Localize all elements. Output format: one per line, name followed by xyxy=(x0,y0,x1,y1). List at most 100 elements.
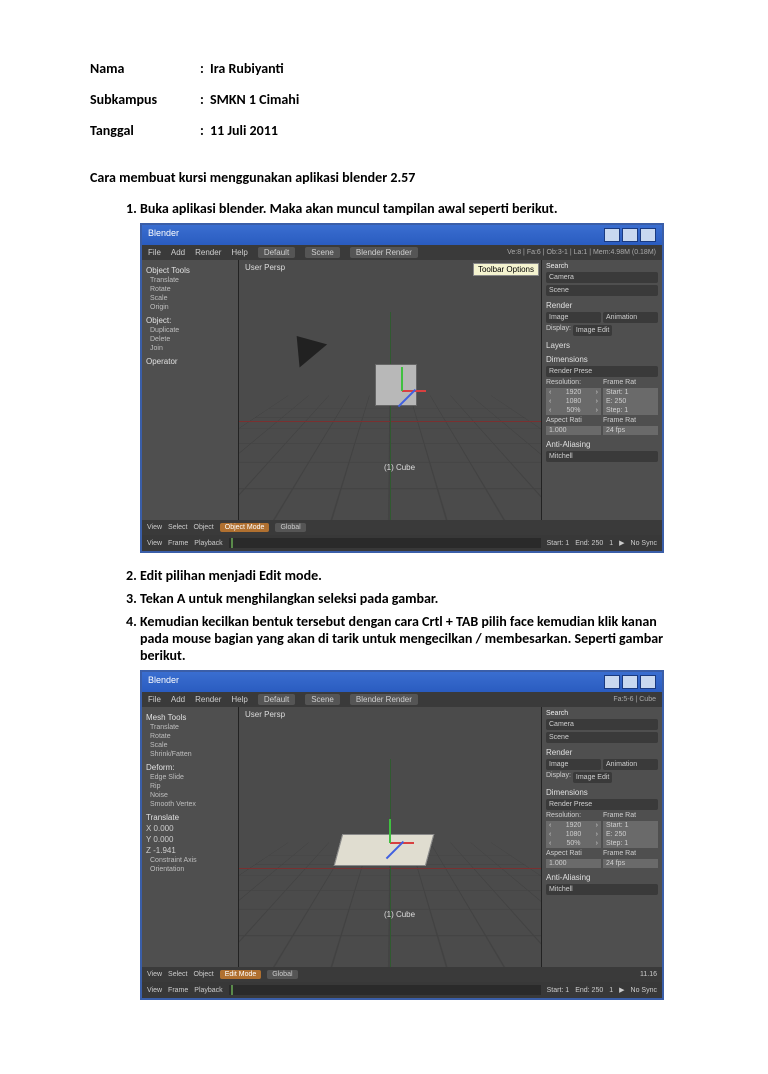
aspect-x[interactable]: 1.000 xyxy=(546,426,601,435)
tool-rip[interactable]: Rip xyxy=(146,783,234,790)
tl-start[interactable]: Start: 1 xyxy=(547,987,570,994)
search-label[interactable]: Search xyxy=(546,710,568,717)
frame-step[interactable]: Step: 1 xyxy=(603,406,658,415)
mode-selector[interactable]: Object Mode xyxy=(220,523,270,532)
frame-start[interactable]: Start: 1 xyxy=(603,388,658,397)
timeline-track[interactable] xyxy=(229,538,541,548)
aspect-x[interactable]: 1.000 xyxy=(546,859,601,868)
res-y[interactable]: ‹1080› xyxy=(546,397,601,406)
tool-edgeslide[interactable]: Edge Slide xyxy=(146,774,234,781)
tool-delete[interactable]: Delete xyxy=(146,336,234,343)
frame-end[interactable]: E: 250 xyxy=(603,397,658,406)
tl-view[interactable]: View xyxy=(147,540,162,547)
cube-object-flat[interactable] xyxy=(334,834,435,866)
minimize-icon[interactable] xyxy=(604,675,620,689)
tool-shrink[interactable]: Shrink/Fatten xyxy=(146,751,234,758)
tl-view[interactable]: View xyxy=(147,987,162,994)
scene-row[interactable]: Scene xyxy=(546,285,658,296)
menu-render[interactable]: Render xyxy=(195,695,221,704)
tl-sync[interactable]: No Sync xyxy=(631,540,657,547)
scene-row[interactable]: Scene xyxy=(546,732,658,743)
res-y[interactable]: ‹1080› xyxy=(546,830,601,839)
menu-add[interactable]: Add xyxy=(171,695,185,704)
res-x[interactable]: ‹1920› xyxy=(546,821,601,830)
tl-current[interactable]: 1 xyxy=(609,540,613,547)
menu-add[interactable]: Add xyxy=(171,248,185,257)
tool-scale[interactable]: Scale xyxy=(146,742,234,749)
tool-translate[interactable]: Translate xyxy=(146,277,234,284)
frame-start[interactable]: Start: 1 xyxy=(603,821,658,830)
vp-object[interactable]: Object xyxy=(194,524,214,531)
engine-selector[interactable]: Blender Render xyxy=(350,694,418,705)
layout-selector[interactable]: Default xyxy=(258,247,295,258)
tool-join[interactable]: Join xyxy=(146,345,234,352)
vec-z[interactable]: Z -1.941 xyxy=(146,846,234,855)
close-icon[interactable] xyxy=(640,675,656,689)
tool-scale[interactable]: Scale xyxy=(146,295,234,302)
render-preset[interactable]: Render Prese xyxy=(546,799,658,810)
layout-selector[interactable]: Default xyxy=(258,694,295,705)
fps[interactable]: 24 fps xyxy=(603,859,658,868)
menu-help[interactable]: Help xyxy=(231,248,247,257)
playhead-icon[interactable] xyxy=(231,538,233,548)
tl-playback[interactable]: Playback xyxy=(194,987,222,994)
fps[interactable]: 24 fps xyxy=(603,426,658,435)
vp-view[interactable]: View xyxy=(147,524,162,531)
camera-icon[interactable] xyxy=(283,324,327,367)
render-anim-button[interactable]: Animation xyxy=(603,312,658,323)
close-icon[interactable] xyxy=(640,228,656,242)
engine-selector[interactable]: Blender Render xyxy=(350,247,418,258)
camera-row[interactable]: Camera xyxy=(546,719,658,730)
tl-current[interactable]: 1 xyxy=(609,987,613,994)
maximize-icon[interactable] xyxy=(622,675,638,689)
vp-view[interactable]: View xyxy=(147,971,162,978)
tl-frame[interactable]: Frame xyxy=(168,540,188,547)
scene-selector[interactable]: Scene xyxy=(305,694,340,705)
render-anim-button[interactable]: Animation xyxy=(603,759,658,770)
tool-rotate[interactable]: Rotate xyxy=(146,733,234,740)
display-mode[interactable]: Image Edit xyxy=(573,772,612,783)
play-icon[interactable]: ▶ xyxy=(619,539,624,547)
playhead-icon[interactable] xyxy=(231,985,233,995)
tool-smooth[interactable]: Smooth Vertex xyxy=(146,801,234,808)
mode-selector[interactable]: Edit Mode xyxy=(220,970,262,979)
play-icon[interactable]: ▶ xyxy=(619,986,624,994)
menu-file[interactable]: File xyxy=(148,695,161,704)
frame-end[interactable]: E: 250 xyxy=(603,830,658,839)
3d-viewport[interactable]: User Persp (1) Cube Toolbar Options xyxy=(239,260,541,520)
minimize-icon[interactable] xyxy=(604,228,620,242)
menu-help[interactable]: Help xyxy=(231,695,247,704)
camera-row[interactable]: Camera xyxy=(546,272,658,283)
render-image-button[interactable]: Image xyxy=(546,759,601,770)
tool-origin[interactable]: Origin xyxy=(146,304,234,311)
vp-select[interactable]: Select xyxy=(168,524,187,531)
vp-object[interactable]: Object xyxy=(194,971,214,978)
render-preset[interactable]: Render Prese xyxy=(546,366,658,377)
tl-sync[interactable]: No Sync xyxy=(631,987,657,994)
tl-end[interactable]: End: 250 xyxy=(575,540,603,547)
frame-step[interactable]: Step: 1 xyxy=(603,839,658,848)
aa-filter[interactable]: Mitchell xyxy=(546,884,658,895)
cube-object[interactable] xyxy=(375,364,417,406)
res-pct[interactable]: ‹50%› xyxy=(546,406,601,415)
tl-start[interactable]: Start: 1 xyxy=(547,540,570,547)
orientation[interactable]: Global xyxy=(275,523,305,532)
vec-y[interactable]: Y 0.000 xyxy=(146,835,234,844)
res-x[interactable]: ‹1920› xyxy=(546,388,601,397)
tool-duplicate[interactable]: Duplicate xyxy=(146,327,234,334)
maximize-icon[interactable] xyxy=(622,228,638,242)
tool-translate[interactable]: Translate xyxy=(146,724,234,731)
vp-select[interactable]: Select xyxy=(168,971,187,978)
tl-frame[interactable]: Frame xyxy=(168,987,188,994)
aa-filter[interactable]: Mitchell xyxy=(546,451,658,462)
3d-viewport[interactable]: User Persp (1) Cube xyxy=(239,707,541,967)
scene-selector[interactable]: Scene xyxy=(305,247,340,258)
tl-playback[interactable]: Playback xyxy=(194,540,222,547)
timeline-track[interactable] xyxy=(229,985,541,995)
menu-file[interactable]: File xyxy=(148,248,161,257)
tool-rotate[interactable]: Rotate xyxy=(146,286,234,293)
display-mode[interactable]: Image Edit xyxy=(573,325,612,336)
orientation[interactable]: Global xyxy=(267,970,297,979)
menu-render[interactable]: Render xyxy=(195,248,221,257)
render-image-button[interactable]: Image xyxy=(546,312,601,323)
